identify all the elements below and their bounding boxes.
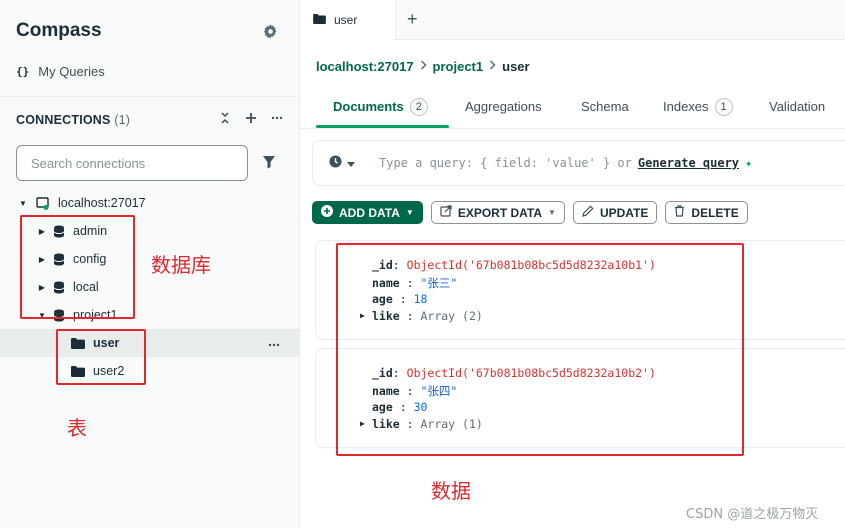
sidebar-divider	[0, 96, 300, 97]
braces-icon: {}	[16, 65, 30, 78]
connections-header: CONNECTIONS (1)	[16, 113, 130, 127]
tab-label: user	[334, 13, 358, 27]
update-button[interactable]: UPDATE	[572, 201, 658, 224]
tree-collection-row-user[interactable]: user	[0, 329, 300, 357]
collapse-all-icon[interactable]	[219, 111, 231, 127]
folder-icon	[313, 13, 326, 27]
tab-indexes[interactable]: Indexes 1	[663, 96, 733, 128]
breadcrumb-host[interactable]: localhost:27017	[316, 59, 414, 74]
workspace-tabbar: user +	[300, 0, 845, 40]
query-history-button[interactable]	[329, 155, 355, 171]
server-icon	[36, 196, 50, 210]
tab-schema[interactable]: Schema	[581, 96, 629, 128]
tab-indexes-label: Indexes	[663, 99, 709, 114]
delete-button[interactable]: DELETE	[665, 201, 748, 224]
export-icon	[440, 205, 452, 220]
export-data-label: EXPORT DATA	[457, 205, 543, 220]
filter-icon[interactable]	[262, 155, 276, 174]
tab-aggregations-label: Aggregations	[465, 99, 542, 114]
document-actions: ADD DATA ▼ EXPORT DATA ▼ UPDATE DELETE	[312, 201, 748, 224]
add-connection-icon[interactable]	[245, 111, 257, 127]
my-queries-label: My Queries	[38, 64, 105, 79]
chevron-right-icon	[420, 60, 427, 73]
delete-label: DELETE	[691, 205, 739, 220]
annotation-label-data: 数据	[431, 479, 471, 503]
gear-icon[interactable]	[263, 24, 279, 40]
plus-circle-icon	[321, 205, 333, 220]
tab-schema-label: Schema	[581, 99, 629, 114]
documents-count-badge: 2	[409, 98, 428, 116]
annotation-label-tables: 表	[67, 416, 87, 440]
more-options-icon[interactable]	[271, 111, 283, 127]
query-input[interactable]: Type a query: { field: 'value' } or Gene…	[379, 156, 752, 170]
my-queries-link[interactable]: {} My Queries	[16, 64, 105, 79]
pencil-icon	[582, 205, 594, 220]
annotation-box-tables	[56, 329, 146, 385]
tab-user[interactable]: user	[300, 0, 396, 40]
breadcrumb-collection: user	[502, 59, 530, 74]
breadcrumb: localhost:27017 project1 user	[316, 59, 530, 74]
tab-validation[interactable]: Validation	[769, 96, 825, 128]
tab-validation-label: Validation	[769, 99, 826, 114]
tab-aggregations[interactable]: Aggregations	[465, 96, 542, 128]
sparkle-icon: ✦	[745, 156, 753, 170]
tab-documents-label: Documents	[333, 99, 404, 114]
breadcrumb-database[interactable]: project1	[433, 59, 484, 74]
caret-down-icon[interactable]: ▼	[18, 199, 28, 208]
caret-down-icon: ▼	[548, 208, 556, 217]
update-label: UPDATE	[599, 205, 649, 220]
tree-collection-row-user2[interactable]: user2	[0, 357, 300, 385]
indexes-count-badge: 1	[714, 98, 733, 116]
tab-documents[interactable]: Documents 2	[333, 96, 428, 128]
annotation-label-databases: 数据库	[151, 253, 211, 277]
connections-count: (1)	[114, 113, 131, 127]
connections-label: CONNECTIONS	[16, 113, 111, 127]
caret-down-icon: ▼	[405, 208, 414, 217]
tree-connection-row[interactable]: ▼ localhost:27017	[0, 189, 300, 217]
annotation-box-databases	[20, 215, 135, 319]
trash-icon	[674, 205, 685, 220]
caret-down-icon	[347, 156, 355, 170]
generate-query-link[interactable]: Generate query	[638, 156, 739, 170]
add-data-label: ADD DATA	[339, 205, 400, 220]
subtabs-divider	[300, 128, 845, 129]
collection-subtabs: Documents 2 Aggregations Schema Indexes …	[316, 96, 845, 128]
query-bar: Type a query: { field: 'value' } or Gene…	[312, 140, 845, 186]
query-placeholder: Type a query: { field: 'value' } or	[379, 156, 632, 170]
search-connections-input[interactable]	[31, 155, 233, 171]
search-connections-box	[16, 145, 248, 181]
app-title: Compass	[16, 20, 102, 41]
chevron-right-icon	[489, 60, 496, 73]
clock-icon	[329, 155, 342, 171]
add-tab-button[interactable]: +	[407, 9, 418, 30]
connections-actions	[219, 111, 283, 127]
export-data-button[interactable]: EXPORT DATA ▼	[430, 201, 565, 224]
annotation-box-data	[336, 243, 744, 456]
tree-host-label: localhost:27017	[58, 196, 146, 210]
row-more-options-icon[interactable]	[268, 336, 280, 350]
add-data-button[interactable]: ADD DATA ▼	[312, 201, 423, 224]
watermark: CSDN @道之极万物灭	[686, 507, 819, 522]
